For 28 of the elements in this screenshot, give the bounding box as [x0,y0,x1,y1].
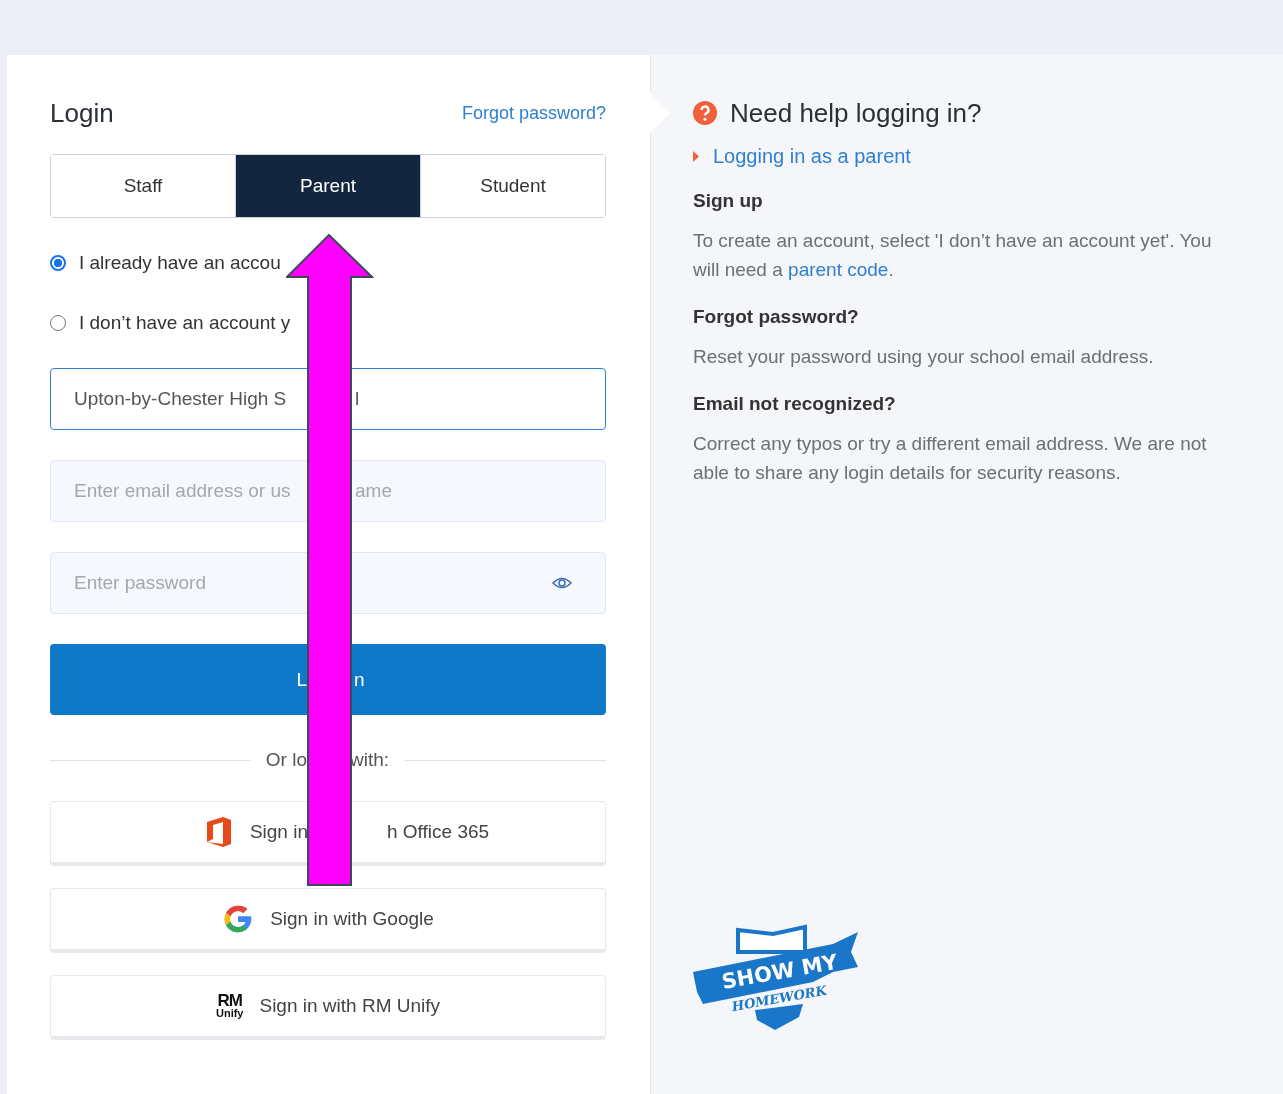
section-heading: Email not recognized? [693,393,897,415]
help-link[interactable]: Logging in as a parent [713,145,911,168]
login-title: Login [50,97,114,129]
parent-code-link[interactable]: parent code [788,259,889,280]
role-tab[interactable]: Student [420,155,605,217]
divider-text: with: [350,749,390,771]
help-title: Need help logging in? [730,97,982,129]
radio-label: I already have an accou [79,252,281,274]
section-heading: Forgot password? [693,306,860,328]
radio-button[interactable] [50,255,66,271]
help-icon [693,101,717,125]
sign-in-button[interactable]: Sign in with Google [50,888,606,953]
role-tab[interactable]: Parent [235,155,420,217]
radio-button[interactable] [50,315,66,331]
caret-icon [693,151,699,162]
rm-unify-logo: RM Unify [215,994,244,1018]
forgot-password-link[interactable]: Forgot password? [461,102,606,124]
login-button[interactable]: L n [50,644,606,715]
section-heading: Sign up [693,190,764,212]
section-text: To create an account, select 'I don’t have an account yet'. You will need a parent code. [693,229,1213,282]
eye-icon[interactable] [552,577,572,589]
radio-label: I don’t have an account y [79,312,291,334]
office-icon [204,816,233,848]
section-text: Reset your password using your school email address. [693,345,1155,369]
section-text: Correct any typos or try a different email address. We are not able to share any login details for security reasons. [693,432,1208,485]
sign-in-button[interactable]: Sign in h Office 365 [50,801,606,866]
divider-text: Or lo [265,749,307,771]
school-field[interactable]: Upton-by-Chester High S l [50,368,606,430]
